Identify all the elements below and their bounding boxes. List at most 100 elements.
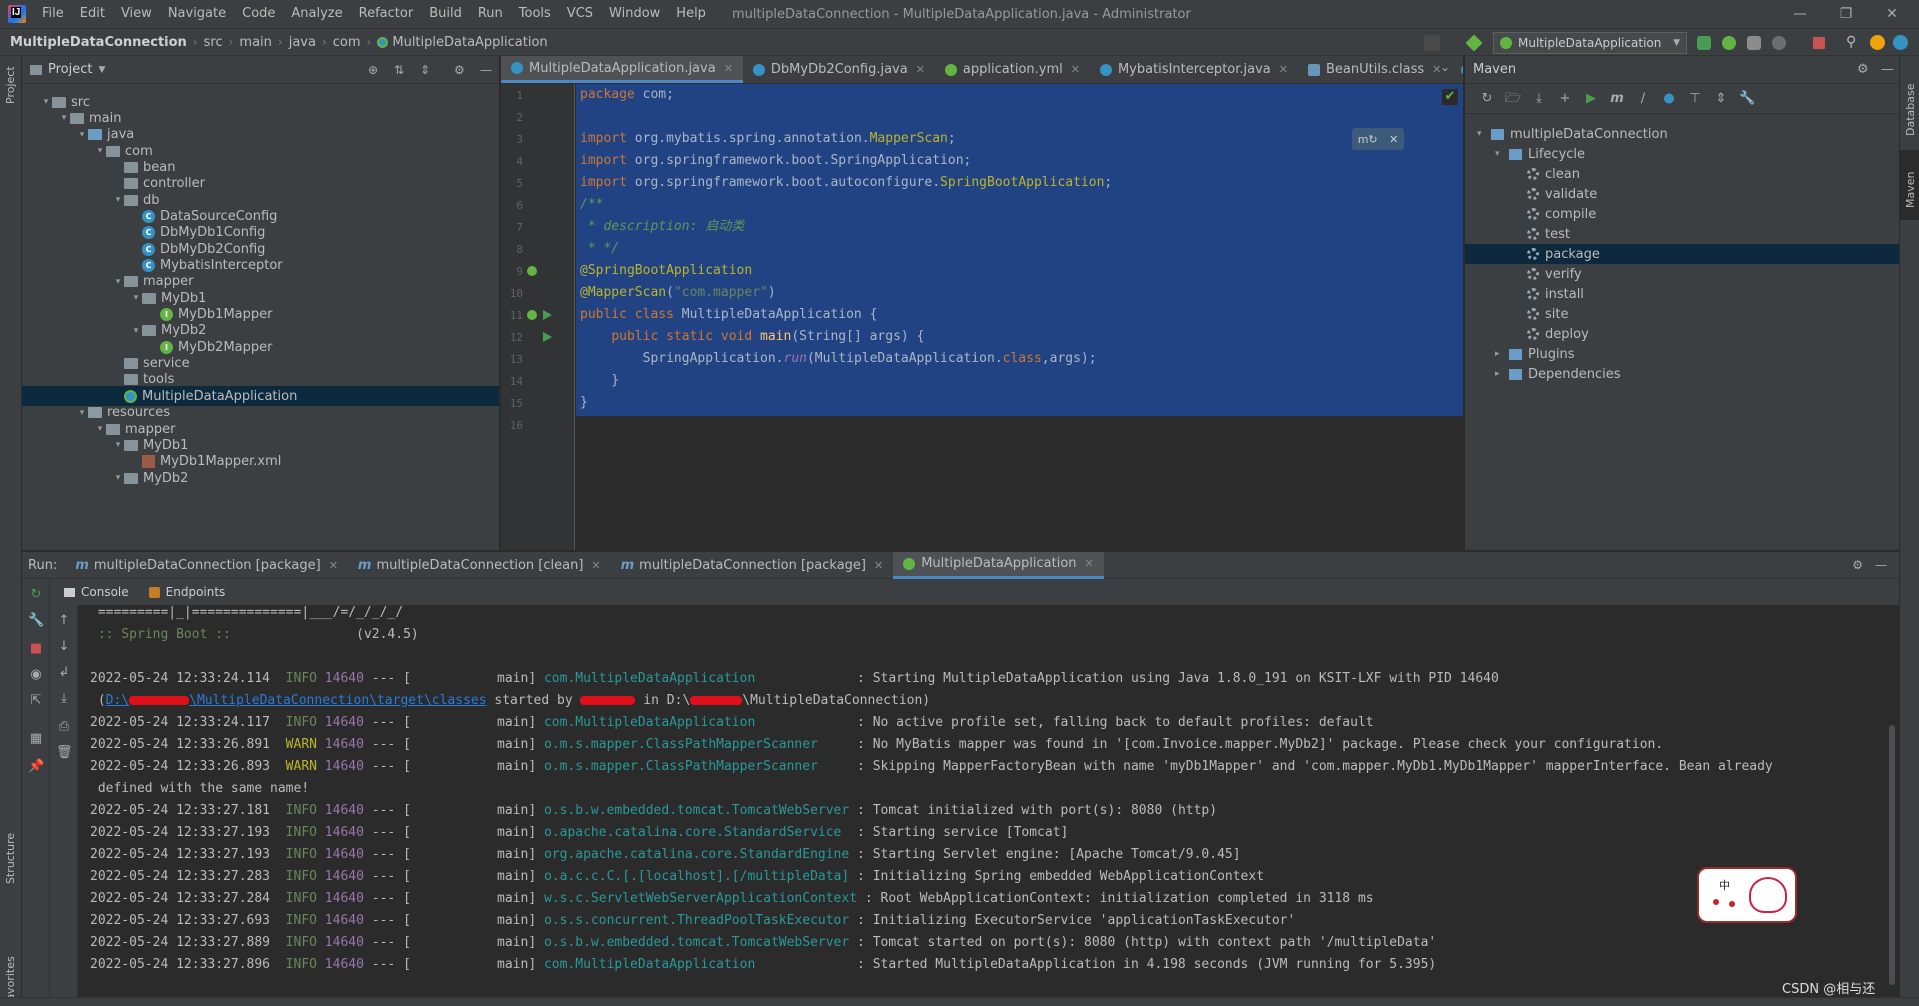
restore-icon[interactable]: ❐	[1823, 0, 1869, 28]
maven-tree-item[interactable]: package	[1465, 244, 1899, 264]
pin-icon[interactable]: 📌	[28, 759, 44, 775]
stop-icon[interactable]	[1813, 37, 1825, 49]
update-icon[interactable]	[1870, 35, 1885, 50]
camera-icon[interactable]: ◉	[28, 667, 44, 683]
database-tool-window-button[interactable]: Database	[1904, 84, 1917, 137]
chevron-down-icon[interactable]: ▾	[112, 473, 124, 483]
locate-icon[interactable]: ⊕	[368, 63, 378, 77]
project-tool-window-button[interactable]: Project	[4, 66, 17, 104]
chevron-down-icon[interactable]: ▾	[76, 130, 88, 140]
maven-tree-item[interactable]: deploy	[1465, 324, 1899, 344]
hide-icon[interactable]: —	[1875, 558, 1887, 572]
breadcrumb-item[interactable]: MultipleDataConnection	[10, 35, 187, 50]
chevron-down-icon[interactable]: ▾	[58, 113, 70, 123]
menu-item-help[interactable]: Help	[668, 0, 714, 28]
run-gutter-icon[interactable]	[543, 332, 552, 342]
chevron-down-icon[interactable]: ▾	[130, 326, 142, 336]
build-hammer-icon[interactable]	[1465, 34, 1483, 52]
close-tab-icon[interactable]: ✕	[1085, 557, 1094, 570]
menu-item-vcs[interactable]: VCS	[559, 0, 601, 28]
chevron-down-icon[interactable]: ▾	[1477, 129, 1491, 139]
rerun-icon[interactable]	[1697, 36, 1711, 50]
add-icon[interactable]: +	[1557, 91, 1573, 107]
close-tab-icon[interactable]: ✕	[329, 559, 338, 572]
tab-console[interactable]: Console	[64, 585, 129, 599]
run-tab[interactable]: m multipleDataConnection [clean] ✕	[348, 552, 611, 579]
editor-tab[interactable]: DbMyDb2Config.java ✕	[743, 56, 935, 83]
scroll-down-icon[interactable]: ↓	[56, 639, 72, 655]
chevron-down-icon[interactable]: ▾	[112, 277, 124, 287]
spring-bean-icon[interactable]	[527, 266, 537, 276]
console-path-link[interactable]: D:\	[106, 693, 129, 708]
maven-tree-item[interactable]: ▾ multipleDataConnection	[1465, 124, 1899, 144]
menu-item-build[interactable]: Build	[421, 0, 470, 28]
run-tab[interactable]: m multipleDataConnection [package] ✕	[611, 552, 894, 579]
gear-icon[interactable]: ⚙	[454, 63, 465, 77]
soft-wrap-icon[interactable]: ↲	[56, 665, 72, 681]
search-icon[interactable]: ⚲	[1846, 34, 1862, 50]
toggle-offline-icon[interactable]: ∕	[1635, 91, 1651, 107]
menu-item-view[interactable]: View	[113, 0, 160, 28]
menu-item-window[interactable]: Window	[601, 0, 668, 28]
rerun-icon[interactable]: ↻	[28, 587, 44, 603]
exit-icon[interactable]: ⇱	[28, 693, 44, 709]
scroll-to-end-icon[interactable]: ⤓	[56, 691, 72, 707]
close-tab-icon[interactable]: ✕	[916, 63, 925, 76]
close-window-icon[interactable]: ✕	[1869, 0, 1915, 28]
chevron-down-icon[interactable]: ▼	[98, 65, 105, 75]
breadcrumb-item[interactable]: src	[204, 35, 223, 50]
show-dependencies-icon[interactable]: ⊤	[1687, 91, 1703, 107]
maven-tree-item[interactable]: install	[1465, 284, 1899, 304]
profile-icon[interactable]	[1772, 36, 1786, 50]
chevron-down-icon[interactable]: ▾	[94, 424, 106, 434]
maven-tree-item[interactable]: ▸ Dependencies	[1465, 364, 1899, 384]
breadcrumb-item[interactable]: MultipleDataApplication	[392, 35, 547, 50]
close-tab-icon[interactable]: ✕	[724, 62, 733, 75]
hide-icon[interactable]: —	[1881, 62, 1894, 77]
editor-tab[interactable]: BeanUtils.class ✕	[1298, 56, 1451, 83]
maven-tree-item[interactable]: verify	[1465, 264, 1899, 284]
close-tab-icon[interactable]: ✕	[591, 559, 600, 572]
project-tree-item[interactable]: ▾ MyDb2	[22, 468, 499, 488]
chevron-down-icon[interactable]: ▾	[1495, 149, 1509, 159]
editor-tab[interactable]: MultipleDataApplication.java ✕	[501, 56, 743, 83]
menu-item-code[interactable]: Code	[234, 0, 283, 28]
menu-item-navigate[interactable]: Navigate	[160, 0, 234, 28]
expand-all-icon[interactable]: ⇅	[394, 63, 404, 77]
maven-tree-item[interactable]: site	[1465, 304, 1899, 324]
hide-icon[interactable]: —	[480, 63, 492, 77]
trash-icon[interactable]: 🗑	[56, 745, 73, 761]
spring-bean-icon[interactable]	[527, 310, 537, 320]
reload-icon[interactable]: ↻	[1479, 91, 1495, 107]
close-tab-icon[interactable]: ✕	[1071, 63, 1080, 76]
close-icon[interactable]: ✕	[1389, 133, 1398, 146]
run-tab[interactable]: m multipleDataConnection [package] ✕	[65, 552, 348, 579]
skip-tests-icon[interactable]: ●	[1661, 91, 1677, 107]
chevron-down-icon[interactable]: ▾	[112, 195, 124, 205]
console-output[interactable]: =========|_|==============|___/=/_/_/_/ …	[78, 605, 1899, 997]
run-tab[interactable]: MultipleDataApplication ✕	[893, 551, 1104, 579]
user-icon[interactable]	[1424, 35, 1440, 51]
console-path-link[interactable]: \MultipleDataConnection\target\classes	[189, 693, 486, 708]
chevron-right-icon[interactable]: ▸	[1495, 349, 1509, 359]
gear-icon[interactable]: ⚙	[1852, 558, 1863, 572]
run-icon[interactable]: ▶	[1583, 91, 1599, 107]
chevron-down-icon[interactable]: ▾	[76, 408, 88, 418]
chevron-down-icon[interactable]: ▾	[40, 97, 52, 107]
scroll-up-icon[interactable]: ↑	[56, 613, 72, 629]
maven-tool-window-button[interactable]: Maven	[1904, 172, 1917, 208]
minimize-icon[interactable]: —	[1777, 0, 1823, 28]
breadcrumb-item[interactable]: java	[289, 35, 316, 50]
run-configuration-select[interactable]: MultipleDataApplication ▼	[1493, 32, 1687, 54]
menu-item-refactor[interactable]: Refactor	[351, 0, 422, 28]
tab-endpoints[interactable]: Endpoints	[148, 585, 225, 599]
collapse-all-icon[interactable]: ⇕	[420, 63, 430, 77]
inspection-ok-icon[interactable]: ✔	[1442, 89, 1458, 105]
breadcrumb-item[interactable]: com	[333, 35, 361, 50]
wrench-icon[interactable]: 🔧	[28, 613, 44, 629]
debug-icon[interactable]	[1722, 36, 1736, 50]
wrench-icon[interactable]: 🔧	[1739, 91, 1755, 107]
collapse-all-icon[interactable]: ⇕	[1713, 91, 1729, 107]
project-panel-title[interactable]: Project	[48, 62, 92, 77]
breadcrumb-item[interactable]: main	[239, 35, 271, 50]
